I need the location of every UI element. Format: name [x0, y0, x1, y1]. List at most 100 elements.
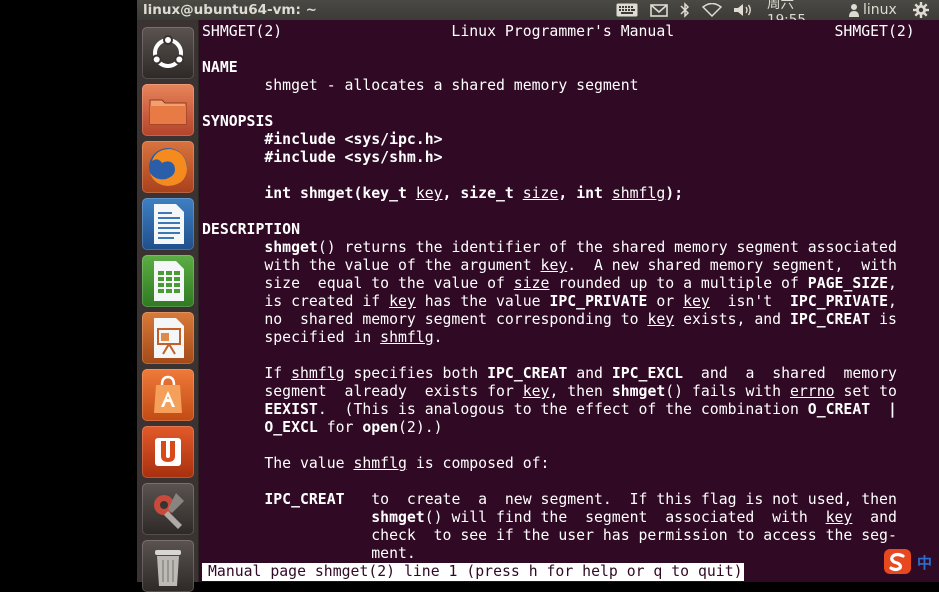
- keyboard-icon[interactable]: [615, 0, 639, 20]
- man-line: specified in shmflg.: [202, 329, 443, 347]
- software-center-button[interactable]: [142, 369, 194, 421]
- man-bold-text: );: [665, 185, 684, 202]
- man-text: is: [870, 311, 897, 328]
- settings-tools-icon: [154, 493, 184, 529]
- man-text: check to see if the user has permission …: [202, 527, 897, 544]
- man-bold-text: IPC_CREAT: [789, 311, 871, 328]
- man-bold-text: O_EXCL: [264, 419, 318, 436]
- man-bold-text: shmget: [611, 383, 666, 400]
- man-bold-text: #include <sys/shm.h>: [264, 149, 443, 166]
- man-line: size equal to the value of size rounded …: [202, 275, 897, 293]
- mail-icon[interactable]: [649, 0, 669, 20]
- man-text: , then: [549, 383, 612, 400]
- trash-button[interactable]: [142, 540, 194, 592]
- man-text: or: [647, 293, 684, 310]
- libreoffice-calc-button[interactable]: [142, 255, 194, 307]
- man-line: shmget() returns the identifier of the s…: [202, 239, 897, 257]
- launcher: [137, 20, 199, 592]
- man-text: ,: [887, 275, 897, 292]
- man-underlined-text: shmflg: [291, 365, 345, 382]
- man-text: size equal to the value of: [202, 275, 514, 292]
- firefox-button[interactable]: [142, 141, 194, 193]
- dash-home-button[interactable]: [142, 27, 194, 79]
- man-line: IPC_CREAT to create a new segment. If th…: [202, 491, 897, 509]
- input-method-indicator[interactable]: 中: [883, 547, 939, 577]
- man-underlined-text: size: [522, 185, 559, 202]
- man-text: is created if: [202, 293, 390, 310]
- man-underlined-text: shmflg: [380, 329, 434, 346]
- man-line: int shmget(key_t key, size_t size, int s…: [202, 185, 683, 203]
- man-underlined-text: key: [683, 293, 710, 310]
- man-text: and: [852, 509, 897, 526]
- volume-icon[interactable]: [732, 0, 754, 20]
- man-text: . (This is analogous to the effect of th…: [317, 401, 808, 418]
- files-button[interactable]: [142, 84, 194, 136]
- man-line: DESCRIPTION: [202, 221, 300, 239]
- man-bold-text: shmget: [264, 239, 318, 256]
- system-settings-button[interactable]: [142, 483, 194, 535]
- software-center-bag-icon: [154, 375, 182, 413]
- trash-icon: [155, 550, 181, 586]
- man-bold-text: |: [887, 401, 897, 418]
- man-underlined-text: size: [513, 275, 550, 292]
- man-bold-text: EEXIST: [264, 401, 318, 418]
- man-bold-text: shmget: [371, 509, 425, 526]
- man-text: to create a new segment. If this flag is…: [344, 491, 897, 508]
- user-icon[interactable]: [847, 0, 861, 20]
- man-text: no shared memory segment corresponding t…: [202, 311, 648, 328]
- man-underlined-text: shmflg: [611, 185, 666, 202]
- firefox-icon: [149, 148, 187, 186]
- man-line: #include <sys/ipc.h>: [202, 131, 443, 149]
- man-line: #include <sys/shm.h>: [202, 149, 443, 167]
- man-bold-text: open: [362, 419, 398, 436]
- libreoffice-writer-button[interactable]: [142, 198, 194, 250]
- terminal-window[interactable]: SHMGET(2) Linux Programmer's Manual SHMG…: [199, 20, 939, 582]
- man-bold-text: IPC_CREAT: [264, 491, 345, 508]
- man-text: exists, and: [674, 311, 790, 328]
- man-text: ment.: [202, 545, 416, 562]
- man-underlined-text: key: [540, 257, 568, 274]
- man-text: [202, 131, 264, 148]
- man-text: [870, 401, 888, 418]
- man-text: and a shared memory: [683, 365, 897, 382]
- ubuntu-one-button[interactable]: [142, 426, 194, 478]
- man-line: is created if key has the value IPC_PRIV…: [202, 293, 897, 311]
- ime-language-label: 中: [917, 554, 933, 572]
- man-text: [202, 491, 264, 508]
- man-text: with the value of the argument: [202, 257, 541, 274]
- man-line: The value shmflg is composed of:: [202, 455, 549, 473]
- man-text: has the value: [415, 293, 550, 310]
- clock[interactable]: 周六 19:55: [767, 0, 819, 28]
- man-text: SHMGET(2) Linux Programmer's Manual SHMG…: [202, 23, 915, 40]
- ubuntu-one-icon: [155, 438, 181, 466]
- user-name[interactable]: linux: [863, 0, 903, 20]
- man-underlined-text: key: [415, 185, 443, 202]
- man-text: (2).): [398, 419, 443, 436]
- man-line: If shmflg specifies both IPC_CREAT and I…: [202, 365, 897, 383]
- man-line: segment already exists for key, then shm…: [202, 383, 897, 401]
- man-text: set to: [834, 383, 897, 400]
- man-text: [202, 401, 264, 418]
- man-text: and: [567, 365, 612, 382]
- man-line: NAME: [202, 59, 238, 77]
- man-bold-text: IPC_PRIVATE: [549, 293, 648, 310]
- man-bold-text: #include <sys/ipc.h>: [264, 131, 443, 148]
- man-text: specified in: [202, 329, 381, 346]
- man-text: [202, 149, 264, 166]
- man-line: no shared memory segment corresponding t…: [202, 311, 897, 329]
- man-text: isn't: [709, 293, 791, 310]
- bluetooth-icon[interactable]: [678, 0, 692, 20]
- man-text: () fails with: [665, 383, 790, 400]
- man-text: specifies both: [344, 365, 488, 382]
- libreoffice-impress-button[interactable]: [142, 312, 194, 364]
- man-text: . A new shared memory segment, with: [567, 257, 897, 274]
- man-line: ment.: [202, 545, 416, 563]
- man-text: .: [433, 329, 443, 346]
- gear-icon[interactable]: [910, 0, 932, 20]
- man-text: [202, 239, 264, 256]
- wifi-icon[interactable]: [701, 0, 723, 20]
- impress-presentation-icon: [154, 318, 184, 358]
- man-bold-text: IPC_EXCL: [611, 365, 684, 382]
- man-bold-text: , size_t: [442, 185, 523, 202]
- man-text: () returns the identifier of the shared …: [317, 239, 897, 256]
